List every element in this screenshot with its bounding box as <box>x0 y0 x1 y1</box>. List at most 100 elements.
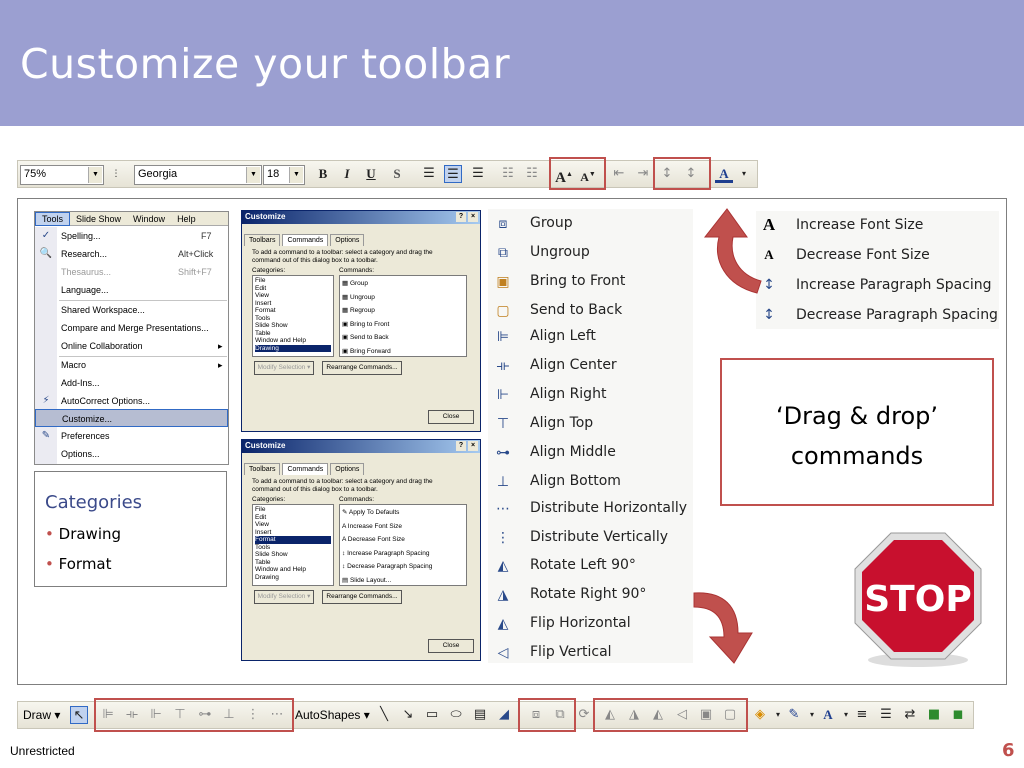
tab-commands[interactable]: Commands <box>282 234 329 246</box>
oval-icon[interactable]: ⬭ <box>447 706 465 724</box>
help-button[interactable]: ? <box>456 212 466 222</box>
list-item[interactable]: View <box>255 292 331 300</box>
list-item[interactable]: Table <box>255 330 331 338</box>
help-button[interactable]: ? <box>456 441 466 451</box>
list-item[interactable]: Insert <box>255 300 331 308</box>
zoom-select[interactable]: 75% ▼ <box>20 165 104 185</box>
fill-color-icon[interactable]: ◈ <box>751 706 769 724</box>
list-item[interactable]: ↕ Increase Paragraph Spacing <box>342 547 464 561</box>
list-item[interactable]: ▦ Group <box>342 277 464 291</box>
menu-item-online-collaboration[interactable]: Online Collaboration ▸ <box>35 337 228 355</box>
tab-toolbars[interactable]: Toolbars <box>244 463 281 475</box>
shadow-button[interactable]: S <box>388 165 406 183</box>
chevron-down-icon[interactable]: ▾ <box>735 165 753 183</box>
list-item[interactable]: File <box>255 277 331 285</box>
commands-list[interactable]: ▦ Group ▦ Ungroup ▦ Regroup ▣ Bring to F… <box>339 275 467 357</box>
font-select[interactable]: Georgia ▼ <box>134 165 262 185</box>
line-style-icon[interactable]: ≡ <box>853 706 871 724</box>
menu-window[interactable]: Window <box>127 213 171 225</box>
tab-options[interactable]: Options <box>330 463 365 475</box>
menu-item-spelling[interactable]: ✓ Spelling... F7 <box>35 227 228 245</box>
close-button[interactable]: Close <box>428 410 474 424</box>
list-item[interactable]: ↕ Decrease Paragraph Spacing <box>342 560 464 574</box>
chevron-down-icon[interactable]: ▼ <box>289 167 303 183</box>
close-icon[interactable]: × <box>468 212 478 222</box>
list-item[interactable]: A Increase Font Size <box>342 520 464 534</box>
close-button[interactable]: Close <box>428 639 474 653</box>
list-item[interactable]: ✎ Apply To Defaults <box>342 506 464 520</box>
align-left-icon[interactable]: ☰ <box>420 165 438 183</box>
draw-menu-button[interactable]: Draw ▾ <box>23 708 60 722</box>
menu-item-language[interactable]: Language... <box>35 281 228 299</box>
list-item[interactable]: Edit <box>255 514 331 522</box>
menu-item-autocorrect[interactable]: ⚡ AutoCorrect Options... <box>35 392 228 410</box>
list-item[interactable]: ▦ Regroup <box>342 304 464 318</box>
list-item[interactable]: Tools <box>255 315 331 323</box>
menu-item-thesaurus[interactable]: Thesaurus... Shift+F7 <box>35 263 228 281</box>
list-item[interactable]: Edit <box>255 285 331 293</box>
tab-commands[interactable]: Commands <box>282 463 329 475</box>
menu-item-customize[interactable]: Customize... <box>35 409 228 427</box>
menu-item-options[interactable]: Options... <box>35 445 228 463</box>
arrow-icon[interactable]: ↘ <box>399 706 417 724</box>
list-item[interactable]: Tools <box>255 544 331 552</box>
list-item[interactable]: ▣ Bring Forward <box>342 345 464 357</box>
menu-item-macro[interactable]: Macro ▸ <box>35 356 228 374</box>
select-pointer-icon[interactable]: ↖ <box>70 706 88 724</box>
bold-button[interactable]: B <box>314 165 332 183</box>
list-item[interactable]: Drawing <box>255 344 331 352</box>
close-icon[interactable]: × <box>468 441 478 451</box>
menu-help[interactable]: Help <box>171 213 202 225</box>
tab-toolbars[interactable]: Toolbars <box>244 234 281 246</box>
chevron-down-icon[interactable]: ▼ <box>246 167 260 183</box>
line-color-icon[interactable]: ✎ <box>785 706 803 724</box>
toolbar-options-icon[interactable]: ⋮ <box>110 165 122 183</box>
categories-list[interactable]: File Edit View Insert Format Tools Slide Show T… <box>252 504 334 586</box>
list-item[interactable]: Insert <box>255 529 331 537</box>
align-right-icon[interactable]: ☰ <box>469 165 487 183</box>
list-item[interactable]: A Decrease Font Size <box>342 533 464 547</box>
list-item[interactable]: ▣ Send to Back <box>342 331 464 345</box>
font-color-button[interactable]: A <box>715 165 733 183</box>
rectangle-icon[interactable]: ▭ <box>423 706 441 724</box>
menu-slide-show[interactable]: Slide Show <box>70 213 127 225</box>
list-item[interactable]: Table <box>255 559 331 567</box>
modify-selection-button[interactable]: Modify Selection ▾ <box>254 361 314 375</box>
decrease-indent-icon[interactable]: ⇤ <box>610 165 628 183</box>
list-item[interactable]: Drawing <box>255 574 331 582</box>
numbering-icon[interactable]: ☷ <box>499 165 517 183</box>
list-item[interactable]: File <box>255 506 331 514</box>
font-color-icon[interactable]: A <box>819 706 837 724</box>
rearrange-commands-button[interactable]: Rearrange Commands... <box>322 590 402 604</box>
bullets-icon[interactable]: ☷ <box>523 165 541 183</box>
list-item[interactable]: Format <box>255 536 331 544</box>
underline-button[interactable]: U <box>362 165 380 183</box>
list-item[interactable]: Slide Show <box>255 322 331 330</box>
list-item[interactable]: Window and Help <box>255 337 331 345</box>
3d-style-icon[interactable]: ◼ <box>949 706 967 724</box>
menu-item-compare-merge[interactable]: Compare and Merge Presentations... <box>35 319 228 337</box>
list-item[interactable]: Window and Help <box>255 566 331 574</box>
menu-tools[interactable]: Tools <box>35 212 71 226</box>
list-item[interactable]: Format <box>255 307 331 315</box>
shadow-style-icon[interactable]: ■ <box>925 706 943 724</box>
dash-style-icon[interactable]: ☰ <box>877 706 895 724</box>
rearrange-commands-button[interactable]: Rearrange Commands... <box>322 361 402 375</box>
modify-selection-button[interactable]: Modify Selection ▾ <box>254 590 314 604</box>
list-item[interactable]: ▣ Bring to Front <box>342 318 464 332</box>
wordart-icon[interactable]: ◢ <box>495 706 513 724</box>
menu-item-research[interactable]: 🔍 Research... Alt+Click <box>35 245 228 263</box>
arrow-style-icon[interactable]: ⇄ <box>901 706 919 724</box>
line-icon[interactable]: ╲ <box>375 706 393 724</box>
commands-list[interactable]: ✎ Apply To Defaults A Increase Font Size… <box>339 504 467 586</box>
menu-item-add-ins[interactable]: Add-Ins... <box>35 374 228 392</box>
list-item[interactable]: ▦ Ungroup <box>342 291 464 305</box>
list-item[interactable]: Slide Show <box>255 551 331 559</box>
tab-options[interactable]: Options <box>330 234 365 246</box>
menu-item-preferences[interactable]: ✎ Preferences <box>35 427 228 445</box>
categories-list[interactable]: File Edit View Insert Format Tools Slide Show T… <box>252 275 334 357</box>
list-item[interactable]: ▤ Slide Layout... <box>342 574 464 586</box>
menu-item-shared-workspace[interactable]: Shared Workspace... <box>35 301 228 319</box>
increase-indent-icon[interactable]: ⇥ <box>634 165 652 183</box>
textbox-icon[interactable]: ▤ <box>471 706 489 724</box>
